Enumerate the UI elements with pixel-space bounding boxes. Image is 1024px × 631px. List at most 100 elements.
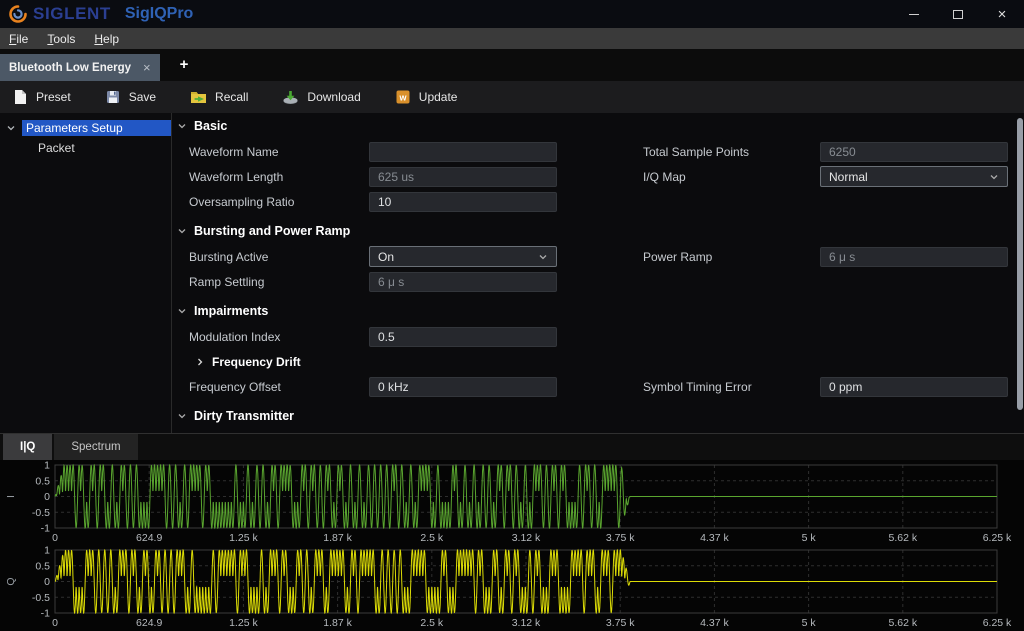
svg-text:0: 0 [44,491,50,503]
svg-text:3.75 k: 3.75 k [606,532,635,544]
form-row: Waveform Name Total Sample Points [172,139,1024,164]
subsection-frequency-drift[interactable]: Frequency Drift [172,349,1024,374]
main-area: Parameters Setup Packet Basic Waveform N… [0,113,1024,433]
menu-tools[interactable]: Tools [47,32,75,46]
chevron-down-icon [989,172,999,182]
sidebar-item-parameters-setup[interactable]: Parameters Setup [0,119,171,137]
folder-icon [190,89,207,105]
chevron-down-icon [177,411,187,421]
svg-text:0: 0 [44,576,50,588]
svg-text:6.25 k: 6.25 k [983,532,1012,544]
svg-text:1.25 k: 1.25 k [229,532,258,544]
bursting-active-select[interactable]: On [369,246,557,267]
recall-button[interactable]: Recall [190,89,248,105]
save-label: Save [129,90,156,104]
add-tab-button[interactable]: + [180,56,189,75]
iq-map-select[interactable]: Normal [820,166,1008,187]
power-ramp-input[interactable] [820,247,1008,267]
waveform-length-input[interactable] [369,167,557,187]
iq-map-value: Normal [829,170,868,184]
chevron-down-icon [177,121,187,131]
tab-bluetooth-low-energy[interactable]: Bluetooth Low Energy × [0,54,160,81]
chevron-down-icon[interactable] [0,123,22,133]
sidebar-item-label: Packet [38,141,75,155]
menu-file[interactable]: File [9,32,28,46]
oversampling-ratio-input[interactable] [369,192,557,212]
symbol-timing-error-input[interactable] [820,377,1008,397]
bursting-active-label: Bursting Active [189,250,369,264]
svg-text:2.5 k: 2.5 k [420,532,444,544]
symbol-timing-error-label: Symbol Timing Error [643,380,820,394]
svg-text:5.62 k: 5.62 k [888,532,917,544]
total-sample-points-input[interactable] [820,142,1008,162]
document-tab-bar: Bluetooth Low Energy × + [0,49,1024,81]
tab-iq-label: I|Q [20,441,35,453]
tab-spectrum-label: Spectrum [71,441,120,453]
siglent-logo-icon [8,4,28,24]
update-button[interactable]: w Update [395,89,458,105]
q-waveform-plot: 0624.91.25 k1.87 k2.5 k3.12 k3.75 k4.37 … [0,545,1024,631]
minimize-icon [909,14,919,15]
svg-text:1.87 k: 1.87 k [323,617,352,629]
save-button[interactable]: Save [105,89,156,105]
form-row: Ramp Settling [172,269,1024,294]
ramp-settling-label: Ramp Settling [189,275,369,289]
form-row: Waveform Length I/Q Map Normal [172,164,1024,189]
section-header-bursting[interactable]: Bursting and Power Ramp [172,218,1024,244]
download-icon [282,89,299,105]
menu-help[interactable]: Help [94,32,119,46]
tab-close-icon[interactable]: × [143,60,151,75]
chevron-down-icon [177,306,187,316]
chevron-right-icon [195,357,205,367]
app-window: SIGLENT SigIQPro × File Tools Help Bluet… [0,0,1024,631]
section-title: Bursting and Power Ramp [194,224,350,238]
svg-text:1: 1 [44,460,50,472]
section-header-basic[interactable]: Basic [172,113,1024,139]
svg-text:4.37 k: 4.37 k [700,532,729,544]
total-sample-points-label: Total Sample Points [643,145,820,159]
update-icon: w [395,89,411,105]
section-header-impairments[interactable]: Impairments [172,298,1024,324]
sidebar-item-packet[interactable]: Packet [0,139,171,157]
svg-text:w: w [398,92,407,102]
chevron-down-icon [538,252,548,262]
tab-label: Bluetooth Low Energy [9,62,131,74]
floppy-icon [105,89,121,105]
close-icon: × [998,7,1007,22]
tab-spectrum[interactable]: Spectrum [54,434,137,460]
svg-text:5 k: 5 k [802,617,817,629]
svg-text:3.75 k: 3.75 k [606,617,635,629]
section-header-dirty-transmitter[interactable]: Dirty Transmitter [172,403,1024,429]
toolbar: Preset Save Recall D [0,81,1024,113]
waveform-viewer: I|Q Spectrum 0624.91.25 k1.87 k2.5 k3.12… [0,433,1024,631]
frequency-offset-input[interactable] [369,377,557,397]
download-button[interactable]: Download [282,89,360,105]
svg-text:3.12 k: 3.12 k [512,617,541,629]
bursting-active-value: On [378,250,394,264]
form-scrollbar[interactable] [1017,118,1023,410]
modulation-index-label: Modulation Index [189,330,369,344]
svg-text:6.25 k: 6.25 k [983,617,1012,629]
document-icon [12,89,28,105]
i-waveform-plot: 0624.91.25 k1.87 k2.5 k3.12 k3.75 k4.37 … [0,460,1024,546]
svg-text:4.37 k: 4.37 k [700,617,729,629]
section-title: Dirty Transmitter [194,409,294,423]
preset-button[interactable]: Preset [12,89,71,105]
form-row: Bursting Active On Power Ramp [172,244,1024,269]
close-button[interactable]: × [980,0,1024,28]
svg-text:0: 0 [52,532,58,544]
app-name: SigIQPro [125,5,193,23]
modulation-index-input[interactable] [369,327,557,347]
update-label: Update [419,90,458,104]
tab-iq[interactable]: I|Q [3,434,52,460]
waveform-name-input[interactable] [369,142,557,162]
svg-text:0: 0 [52,617,58,629]
brand-text: SIGLENT [33,4,111,24]
waveform-length-label: Waveform Length [189,170,369,184]
iq-map-label: I/Q Map [643,170,820,184]
section-title: Basic [194,119,227,133]
ramp-settling-input[interactable] [369,272,557,292]
maximize-button[interactable] [936,0,980,28]
window-controls: × [892,0,1024,28]
minimize-button[interactable] [892,0,936,28]
